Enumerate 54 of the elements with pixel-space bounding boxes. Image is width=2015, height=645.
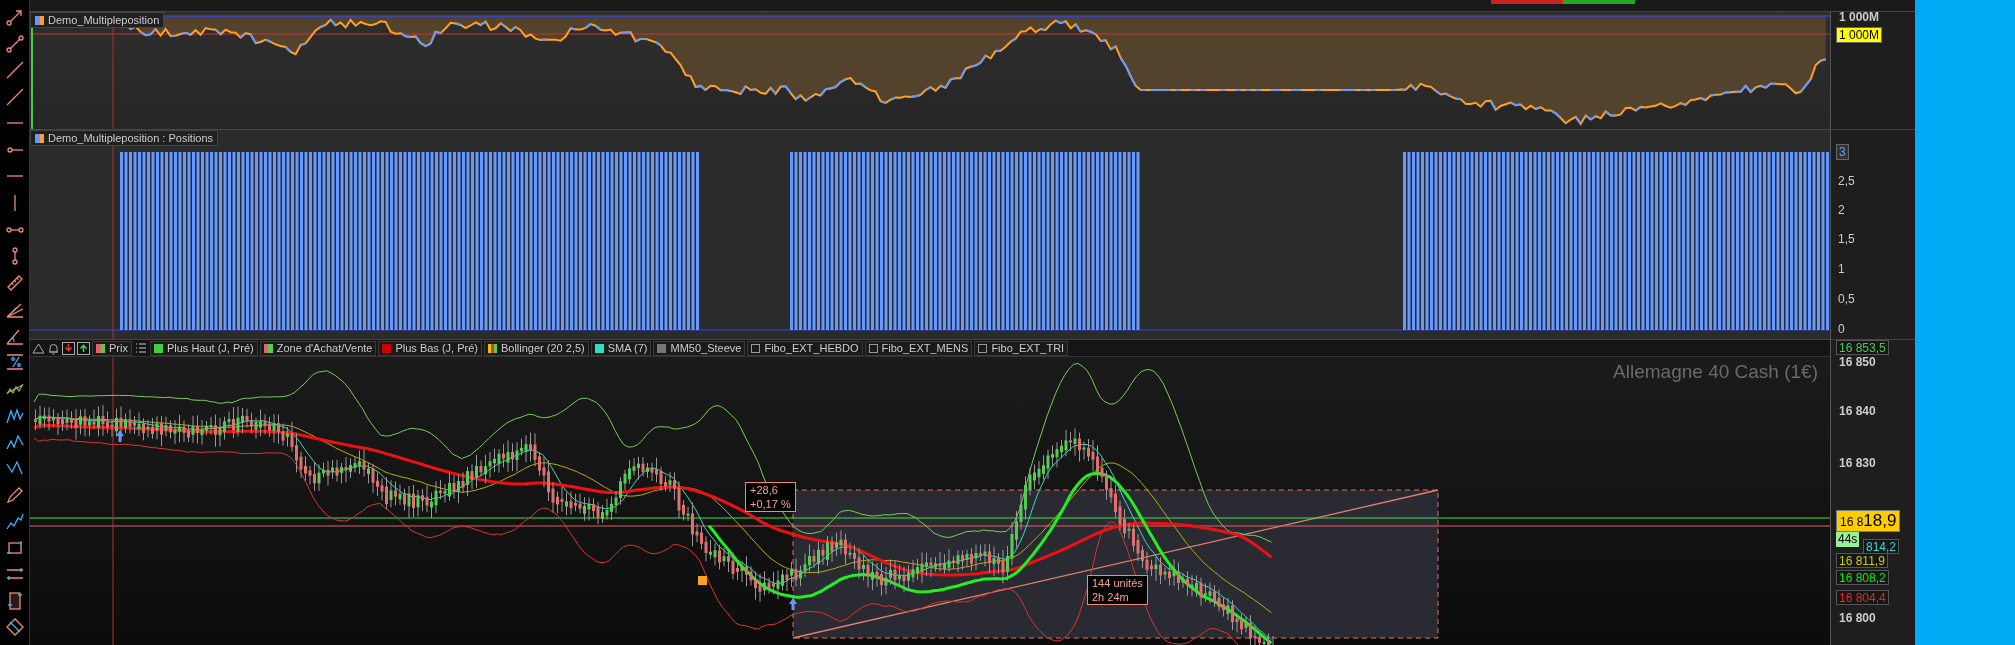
last-price-tag: 16 818,9 [1836,510,1901,532]
legend-item[interactable]: MM50_Steeve [653,340,746,356]
axis-label: 16 850 [1839,356,1876,368]
instrument-name: Allemagne 40 Cash (1€) [1613,360,1818,384]
buy-arrow-icon [116,430,124,442]
current-value-tag: 1 000M [1836,27,1883,43]
price-tag: 814,2 [1863,539,1900,554]
axis-label: 2 [1838,204,1845,216]
axis-label: 1 [1838,263,1845,275]
measurement-label: 144 unités 2h 24m [1087,575,1148,605]
price-tag: 16 804,4 [1836,590,1889,605]
legend-item[interactable]: Fibo_EXT_HEBDO [747,340,863,356]
legend-item[interactable]: Fibo_EXT_TRI [974,340,1069,356]
price-tag: 16 811,9 [1836,553,1888,568]
segment-icon[interactable] [4,33,25,54]
checkbox[interactable] [868,343,878,353]
checkbox[interactable] [751,343,761,353]
bell-icon[interactable] [47,341,60,355]
legend-item[interactable]: Zone d'Achat/Vente [259,340,377,356]
axis-label: 1,5 [1838,233,1855,245]
axis-label: 0 [1838,323,1845,335]
buy-arrow-icon [789,598,797,610]
price-tag: 16 808,2 [1836,570,1889,585]
upload-icon[interactable] [77,341,90,355]
countdown-tag: 44s [1836,532,1860,547]
series-icon [35,133,44,143]
legend-item[interactable]: Plus Haut (J, Pré) [149,340,258,356]
diagonal-line-icon[interactable] [4,60,25,81]
axis-label: 2,5 [1838,175,1855,187]
panel-title[interactable]: Demo_Multipleposition [30,12,165,28]
legend-item[interactable]: Bollinger (20 2,5) [483,340,589,356]
axis-label: 1 000M [1839,9,1880,26]
axis-label: 0,5 [1838,293,1855,305]
triangle-icon[interactable] [32,341,45,355]
diagonal-line-icon[interactable] [4,86,25,107]
legend-item[interactable]: Fibo_EXT_MENS [864,340,973,356]
download-icon[interactable] [62,341,75,355]
arrow-line-icon[interactable] [4,7,25,28]
current-value-tag: 3 [1836,144,1849,160]
axis-label: 16 800 [1839,612,1876,624]
order-marker-icon [698,576,707,585]
checkbox[interactable] [978,343,988,353]
percent-icon[interactable] [4,352,25,373]
panel-title[interactable]: Demo_Multipleposition : Positions [30,130,219,146]
legend-item[interactable]: SMA (7) [590,340,652,356]
measurement-label: +28,6 +0,17 % [745,482,796,512]
price-tag: 16 853,5 [1836,340,1889,355]
legend-item[interactable]: Plus Bas (J, Pré) [378,340,482,356]
series-icon [35,15,44,25]
axis-label: 16 840 [1839,405,1876,417]
list-icon[interactable] [133,341,148,355]
axis-label: 16 830 [1839,457,1876,469]
zigzag-icon[interactable] [4,511,25,532]
legend-item[interactable]: Prix [92,340,132,356]
